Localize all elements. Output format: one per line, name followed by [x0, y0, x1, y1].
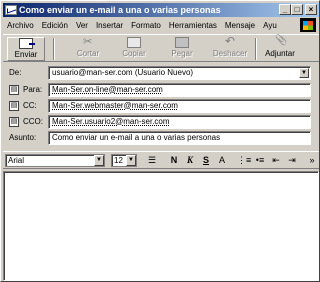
menu-mensaje[interactable]: Mensaje: [221, 21, 259, 30]
numbered-list-icon[interactable]: ⋮≡: [237, 154, 251, 167]
subject-field[interactable]: Como enviar un e-mail a una o varias per…: [48, 131, 311, 145]
font-color-button[interactable]: A: [215, 154, 229, 167]
font-value: Arial: [8, 156, 25, 165]
to-row: ▤ Para: Man-Ser.on-line@man-ser.com: [3, 83, 319, 98]
menu-edicion[interactable]: Edición: [38, 21, 72, 30]
chevron-down-icon[interactable]: ▼: [299, 68, 309, 78]
cc-row: ▤ CC: Man-Ser.webmaster@man-ser.com: [3, 99, 319, 114]
window-title: Como enviar un e-mail a una o varias per…: [19, 5, 221, 15]
toolbar: Enviar Cortar Copiar Pegar Deshacer Adju…: [3, 34, 319, 62]
menu-bar: Archivo Edición Ver Insertar Formato Her…: [3, 18, 299, 32]
toolbar-separator: [255, 38, 257, 60]
copy-button[interactable]: Copiar: [115, 37, 153, 61]
paste-label: Pegar: [171, 49, 193, 58]
paste-button[interactable]: Pegar: [163, 37, 201, 61]
menu-herramientas[interactable]: Herramientas: [165, 21, 221, 30]
cut-button[interactable]: Cortar: [69, 35, 107, 61]
from-label: De:: [9, 68, 22, 77]
compose-window: Como enviar un e-mail a una o varias per…: [0, 0, 320, 282]
toolbar-overflow-icon[interactable]: »: [305, 154, 319, 167]
undo-icon: [223, 34, 237, 48]
copy-label: Copiar: [122, 49, 146, 58]
font-size-select[interactable]: 12 ▼: [111, 154, 137, 167]
menu-formato[interactable]: Formato: [127, 21, 165, 30]
maximize-button[interactable]: □: [291, 4, 303, 15]
windows-logo-icon: [300, 18, 316, 32]
bullet-list-icon[interactable]: •≡: [253, 154, 267, 167]
undo-label: Deshacer: [212, 49, 248, 58]
from-row: De: usuario@man-ser.com (Usuario Nuevo) …: [3, 66, 319, 81]
paragraph-style-icon[interactable]: ☰: [145, 154, 159, 167]
bcc-row: ▤ CCO: Man-Ser.usuario2@man-ser.com: [3, 115, 319, 130]
italic-button[interactable]: K: [183, 154, 197, 167]
mail-compose-icon: [5, 5, 17, 15]
to-field[interactable]: Man-Ser.on-line@man-ser.com: [48, 83, 311, 97]
subject-row: Asunto: Como enviar un e-mail a una o va…: [3, 131, 319, 146]
paperclip-icon: [273, 37, 287, 48]
toolbar-separator: [53, 38, 55, 60]
subject-value: Como enviar un e-mail a una o varias per…: [52, 133, 221, 142]
copy-icon: [127, 37, 141, 48]
minimize-button[interactable]: _: [279, 4, 291, 15]
from-select[interactable]: usuario@man-ser.com (Usuario Nuevo) ▼: [48, 66, 311, 80]
cc-value: Man-Ser.webmaster@man-ser.com: [52, 101, 178, 110]
bcc-value: Man-Ser.usuario2@man-ser.com: [52, 117, 170, 126]
bcc-field[interactable]: Man-Ser.usuario2@man-ser.com: [48, 115, 311, 129]
increase-indent-icon[interactable]: ⇥: [285, 154, 299, 167]
font-size-value: 12: [114, 156, 123, 165]
close-button[interactable]: ×: [305, 4, 317, 15]
send-label: Enviar: [14, 50, 38, 59]
menu-ayuda[interactable]: Ayu: [259, 21, 281, 30]
send-icon: [19, 38, 35, 49]
menu-insertar[interactable]: Insertar: [92, 21, 127, 30]
bcc-label: CCO:: [23, 117, 43, 126]
from-value: usuario@man-ser.com (Usuario Nuevo): [52, 68, 194, 77]
subject-label: Asunto:: [9, 133, 37, 142]
title-bar: Como enviar un e-mail a una o varias per…: [3, 3, 319, 17]
bold-button[interactable]: N: [167, 154, 181, 167]
to-value: Man-Ser.on-line@man-ser.com: [52, 85, 163, 94]
address-book-icon[interactable]: ▤: [9, 85, 19, 95]
send-button[interactable]: Enviar: [7, 37, 45, 61]
undo-button[interactable]: Deshacer: [211, 34, 249, 61]
decrease-indent-icon[interactable]: ⇤: [269, 154, 283, 167]
attach-label: Adjuntar: [265, 49, 295, 58]
to-label: Para:: [23, 85, 43, 94]
menu-ver[interactable]: Ver: [72, 21, 92, 30]
cut-label: Cortar: [76, 49, 100, 58]
cc-field[interactable]: Man-Ser.webmaster@man-ser.com: [48, 99, 311, 113]
attach-button[interactable]: Adjuntar: [261, 37, 299, 61]
address-book-icon[interactable]: ▤: [9, 101, 19, 111]
cc-label: CC:: [23, 101, 37, 110]
font-select[interactable]: Arial ▼: [5, 154, 105, 167]
clipboard-icon: [175, 37, 189, 48]
address-book-icon[interactable]: ▤: [9, 117, 19, 127]
menu-archivo[interactable]: Archivo: [3, 21, 38, 30]
chevron-down-icon[interactable]: ▼: [94, 155, 104, 166]
chevron-down-icon[interactable]: ▼: [126, 155, 136, 166]
underline-button[interactable]: S: [199, 154, 213, 167]
message-body[interactable]: [3, 171, 319, 281]
formatting-toolbar: Arial ▼ 12 ▼ ☰ N K S A ⋮≡ •≡ ⇤ ⇥ »: [3, 151, 319, 169]
scissors-icon: [81, 35, 95, 48]
